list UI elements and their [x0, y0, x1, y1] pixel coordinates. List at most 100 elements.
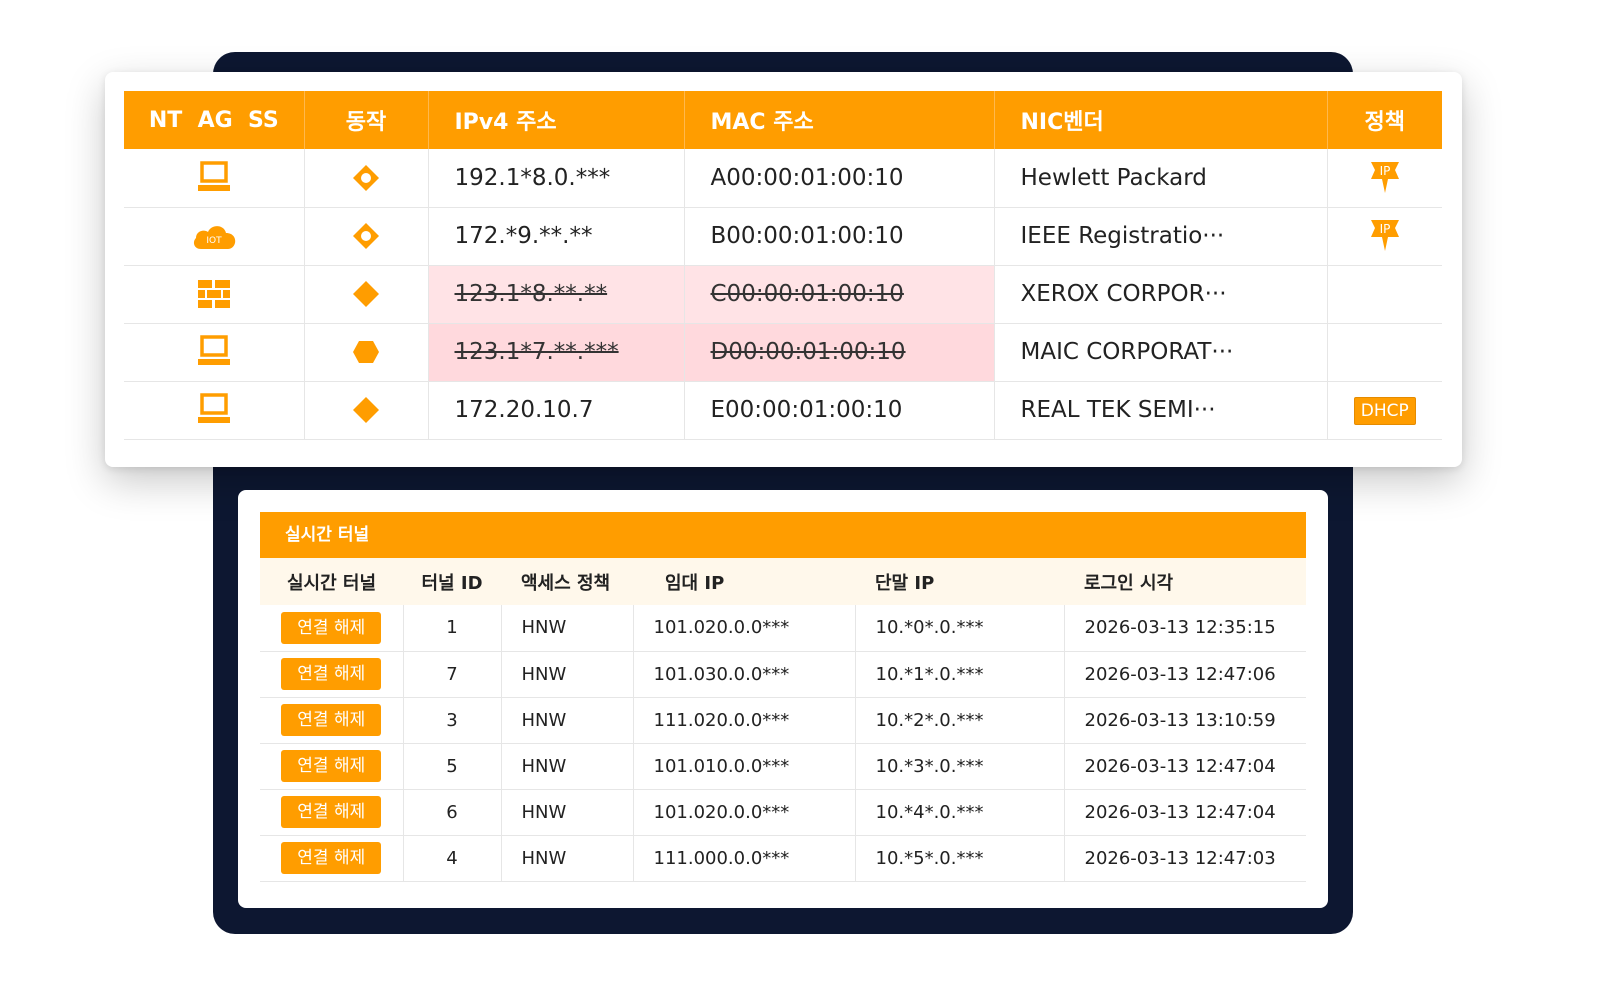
header-ipv4[interactable]: IPv4 주소	[428, 91, 685, 149]
access-policy-cell: HNW	[501, 789, 634, 836]
lease-ip-cell: 101.020.0.0***	[633, 605, 856, 652]
mac-cell-blocked: C00:00:01:00:10	[684, 265, 995, 324]
access-policy-cell: HNW	[501, 697, 634, 744]
tunnel-id-cell: 5	[403, 743, 502, 790]
table-row[interactable]: 123.1*7.**.*** D00:00:01:00:10 MAIC CORP…	[124, 323, 1442, 382]
header-terminal-ip[interactable]: 단말 IP	[855, 558, 1064, 605]
policy-cell[interactable]	[1327, 265, 1442, 324]
iot-cloud-icon: IOT	[193, 226, 235, 249]
diamond-filled-icon	[353, 281, 379, 307]
terminal-ip-cell: 10.*1*.0.***	[855, 651, 1065, 698]
access-policy-cell: HNW	[501, 743, 634, 790]
ipv4-cell: 172.*9.**.**	[428, 207, 685, 266]
tunnel-panel-title: 실시간 터널	[260, 512, 1306, 558]
policy-cell[interactable]: DHCP	[1327, 381, 1442, 440]
mac-cell-blocked: D00:00:01:00:10	[684, 323, 995, 382]
table-row[interactable]: 123.1*8.**.** C00:00:01:00:10 XEROX CORP…	[124, 265, 1442, 324]
device-type-cell	[124, 265, 305, 324]
action-cell[interactable]	[304, 149, 429, 208]
diamond-outline-icon	[353, 223, 379, 249]
login-time-cell: 2026-03-13 13:10:59	[1064, 697, 1306, 744]
tunnel-panel: 실시간 터널 실시간 터널 터널 ID 액세스 정책 임대 IP 단말 IP 로…	[238, 490, 1328, 908]
header-tunnel[interactable]: 실시간 터널	[260, 558, 403, 605]
action-cell[interactable]	[304, 207, 429, 266]
terminal-ip-cell: 10.*3*.0.***	[855, 743, 1065, 790]
device-type-cell	[124, 149, 305, 208]
ipv4-cell: 172.20.10.7	[428, 381, 685, 440]
table-row[interactable]: 연결 해제 1 HNW 101.020.0.0*** 10.*0*.0.*** …	[260, 605, 1306, 652]
table-row[interactable]: 192.1*8.0.*** A00:00:01:00:10 Hewlett Pa…	[124, 149, 1442, 208]
access-policy-cell: HNW	[501, 651, 634, 698]
header-action[interactable]: 동작	[304, 91, 429, 149]
device-table-header: NT AG SS 동작 IPv4 주소 MAC 주소 NIC벤더 정책	[124, 91, 1442, 149]
disconnect-button[interactable]: 연결 해제	[281, 842, 382, 874]
header-lease-ip[interactable]: 임대 IP	[633, 558, 855, 605]
dhcp-badge[interactable]: DHCP	[1353, 396, 1416, 425]
vendor-cell: REAL TEK SEMI···	[994, 381, 1328, 440]
login-time-cell: 2026-03-13 12:47:04	[1064, 789, 1306, 836]
ipv4-cell-blocked: 123.1*8.**.**	[428, 265, 685, 324]
disconnect-cell: 연결 해제	[260, 835, 404, 882]
mac-cell: A00:00:01:00:10	[684, 149, 995, 208]
login-time-cell: 2026-03-13 12:47:06	[1064, 651, 1306, 698]
policy-cell[interactable]	[1327, 323, 1442, 382]
disconnect-cell: 연결 해제	[260, 789, 404, 836]
access-policy-cell: HNW	[501, 605, 634, 652]
table-row[interactable]: 172.20.10.7 E00:00:01:00:10 REAL TEK SEM…	[124, 381, 1442, 440]
terminal-ip-cell: 10.*5*.0.***	[855, 835, 1065, 882]
disconnect-button[interactable]: 연결 해제	[281, 750, 382, 782]
laptop-icon	[197, 335, 230, 365]
action-cell[interactable]	[304, 323, 429, 382]
access-policy-cell: HNW	[501, 835, 634, 882]
laptop-icon	[197, 161, 230, 191]
disconnect-cell: 연결 해제	[260, 651, 404, 698]
tunnel-table: 실시간 터널 터널 ID 액세스 정책 임대 IP 단말 IP 로그인 시각 연…	[260, 558, 1306, 882]
vendor-cell: MAIC CORPORAT···	[994, 323, 1328, 382]
tunnel-id-cell: 4	[403, 835, 502, 882]
header-mac[interactable]: MAC 주소	[684, 91, 995, 149]
lease-ip-cell: 111.000.0.0***	[633, 835, 856, 882]
device-type-cell: IOT	[124, 207, 305, 266]
diamond-filled-icon	[353, 397, 379, 423]
mac-cell: B00:00:01:00:10	[684, 207, 995, 266]
ipv4-cell: 192.1*8.0.***	[428, 149, 685, 208]
policy-cell[interactable]: IP	[1327, 207, 1442, 266]
tunnel-id-cell: 7	[403, 651, 502, 698]
vendor-cell: XEROX CORPOR···	[994, 265, 1328, 324]
table-row[interactable]: 연결 해제 6 HNW 101.020.0.0*** 10.*4*.0.*** …	[260, 789, 1306, 836]
disconnect-button[interactable]: 연결 해제	[281, 704, 382, 736]
disconnect-button[interactable]: 연결 해제	[281, 796, 382, 828]
terminal-ip-cell: 10.*4*.0.***	[855, 789, 1065, 836]
login-time-cell: 2026-03-13 12:47:03	[1064, 835, 1306, 882]
header-tunnel-id[interactable]: 터널 ID	[403, 558, 501, 605]
header-vendor[interactable]: NIC벤더	[994, 91, 1328, 149]
svg-text:IP: IP	[1379, 164, 1390, 178]
action-cell[interactable]	[304, 265, 429, 324]
disconnect-button[interactable]: 연결 해제	[281, 611, 382, 644]
header-access-policy[interactable]: 액세스 정책	[501, 558, 633, 605]
tunnel-id-cell: 6	[403, 789, 502, 836]
table-row[interactable]: 연결 해제 7 HNW 101.030.0.0*** 10.*1*.0.*** …	[260, 651, 1306, 698]
firewall-icon	[197, 280, 230, 308]
policy-cell[interactable]: IP	[1327, 149, 1442, 208]
table-row[interactable]: 연결 해제 4 HNW 111.000.0.0*** 10.*5*.0.*** …	[260, 835, 1306, 882]
table-row[interactable]: 연결 해제 3 HNW 111.020.0.0*** 10.*2*.0.*** …	[260, 697, 1306, 744]
tunnel-id-cell: 3	[403, 697, 502, 744]
table-row[interactable]: IOT 172.*9.**.** B00:00:01:00:10 IEEE Re…	[124, 207, 1442, 266]
login-time-cell: 2026-03-13 12:35:15	[1064, 605, 1306, 652]
header-login-time[interactable]: 로그인 시각	[1064, 558, 1306, 605]
device-table: NT AG SS 동작 IPv4 주소 MAC 주소 NIC벤더 정책 192.…	[124, 91, 1442, 440]
header-type[interactable]: NT AG SS	[124, 91, 305, 149]
table-row[interactable]: 연결 해제 5 HNW 101.010.0.0*** 10.*3*.0.*** …	[260, 743, 1306, 790]
lease-ip-cell: 101.010.0.0***	[633, 743, 856, 790]
header-policy[interactable]: 정책	[1327, 91, 1442, 149]
action-cell[interactable]	[304, 381, 429, 440]
terminal-ip-cell: 10.*2*.0.***	[855, 697, 1065, 744]
svg-text:IP: IP	[1379, 222, 1390, 236]
disconnect-button[interactable]: 연결 해제	[281, 658, 382, 690]
svg-text:IOT: IOT	[206, 236, 222, 246]
disconnect-cell: 연결 해제	[260, 697, 404, 744]
lease-ip-cell: 111.020.0.0***	[633, 697, 856, 744]
device-type-cell	[124, 323, 305, 382]
login-time-cell: 2026-03-13 12:47:04	[1064, 743, 1306, 790]
